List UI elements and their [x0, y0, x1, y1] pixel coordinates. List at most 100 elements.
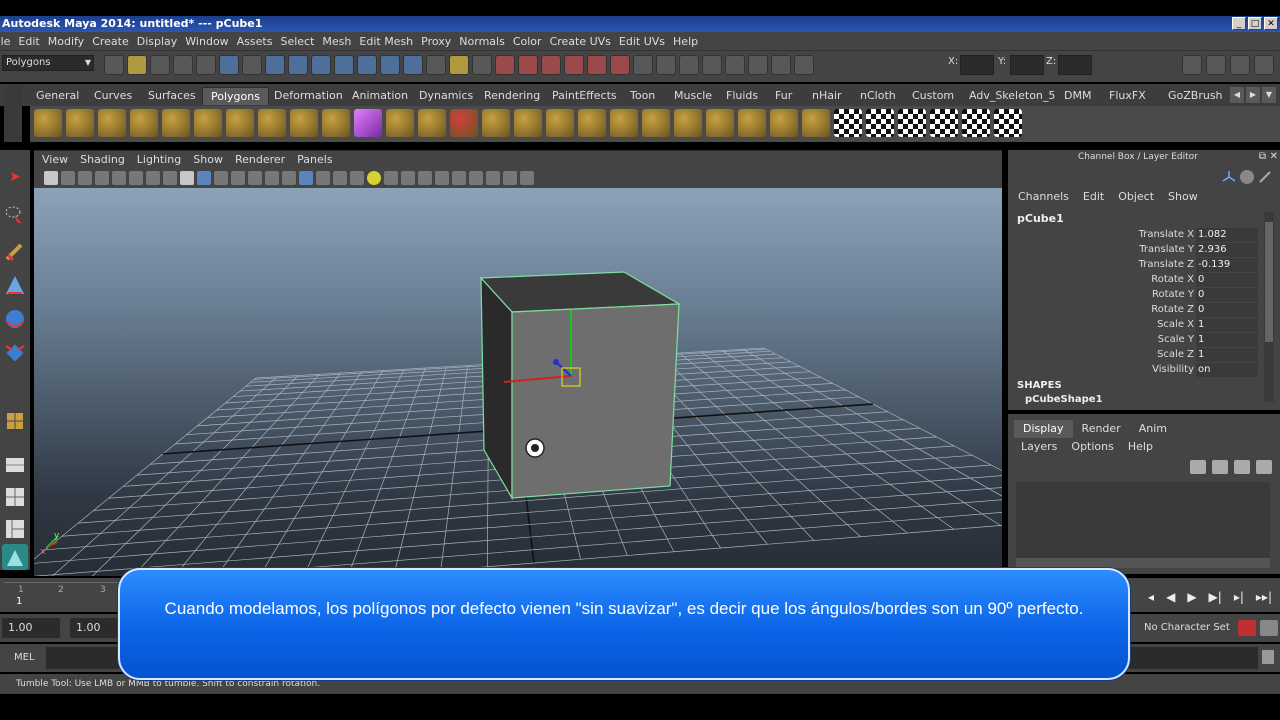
- paint-select-tool-icon[interactable]: [2, 238, 28, 264]
- poly-plane-icon[interactable]: [162, 109, 190, 137]
- show-channel-box-icon[interactable]: [1254, 55, 1274, 75]
- camera-attributes-icon[interactable]: [78, 171, 92, 185]
- channel-value[interactable]: 1: [1196, 332, 1258, 347]
- shadows-icon[interactable]: [384, 171, 398, 185]
- tab-render-layers[interactable]: Render: [1073, 420, 1130, 438]
- tab-anim-layers[interactable]: Anim: [1130, 420, 1176, 438]
- shape-node-name[interactable]: pCubeShape1: [1025, 394, 1103, 405]
- close-panel-icon[interactable]: ✕: [1270, 151, 1278, 162]
- channel-value[interactable]: -0.139: [1196, 257, 1258, 272]
- append-polygon-icon[interactable]: [674, 109, 702, 137]
- select-handles-icon[interactable]: [265, 55, 285, 75]
- select-curves-icon[interactable]: [311, 55, 331, 75]
- bridge-icon[interactable]: [642, 109, 670, 137]
- poly-sphere-icon[interactable]: [34, 109, 62, 137]
- float-panel-icon[interactable]: ⧉: [1259, 151, 1266, 162]
- menu-help[interactable]: Help: [673, 35, 706, 48]
- animation-preferences-icon[interactable]: [1260, 620, 1278, 636]
- lock-selection-icon[interactable]: [449, 55, 469, 75]
- channel-row-rotate-x[interactable]: Rotate X0: [1008, 272, 1260, 287]
- menu-file[interactable]: File: [0, 35, 18, 48]
- merge-icon[interactable]: [866, 109, 894, 137]
- select-dynamics-icon[interactable]: [380, 55, 400, 75]
- output-ops-icon[interactable]: [656, 55, 676, 75]
- poly-cube-icon[interactable]: [66, 109, 94, 137]
- minimize-button[interactable]: _: [1232, 17, 1246, 30]
- gate-mask-icon[interactable]: [214, 171, 228, 185]
- snap-curve-icon[interactable]: [518, 55, 538, 75]
- two-d-pan-icon[interactable]: [129, 171, 143, 185]
- tab-deformation[interactable]: Deformation: [266, 87, 351, 105]
- viewport-menu-lighting[interactable]: Lighting: [137, 153, 181, 166]
- resolution-gate-icon[interactable]: [197, 171, 211, 185]
- poly-soccer-ball-icon[interactable]: [322, 109, 350, 137]
- poly-prism-icon[interactable]: [226, 109, 254, 137]
- mask-icon[interactable]: [242, 55, 262, 75]
- hypershade-icon[interactable]: [2, 544, 28, 570]
- select-deformations-icon[interactable]: [357, 55, 377, 75]
- command-language-label[interactable]: MEL: [14, 652, 35, 663]
- channel-value[interactable]: 1: [1196, 347, 1258, 362]
- tab-scroll-left-icon[interactable]: ◀: [1230, 87, 1244, 103]
- poly-helix-icon[interactable]: [290, 109, 318, 137]
- select-camera-icon[interactable]: [44, 171, 58, 185]
- x-input[interactable]: [960, 55, 994, 75]
- character-set-selector[interactable]: No Character Set: [1144, 622, 1230, 633]
- menu-create-uvs[interactable]: Create UVs: [550, 35, 619, 48]
- script-editor-icon[interactable]: [1262, 650, 1274, 664]
- grease-pencil-icon[interactable]: [146, 171, 160, 185]
- reduce-icon[interactable]: [994, 109, 1022, 137]
- show-modeling-toolkit-icon[interactable]: [1182, 55, 1202, 75]
- tab-custom[interactable]: Custom: [904, 87, 962, 105]
- tab-general[interactable]: General: [28, 87, 87, 105]
- lock-camera-icon[interactable]: [61, 171, 75, 185]
- wedge-icon[interactable]: [930, 109, 958, 137]
- tab-dynamics[interactable]: Dynamics: [411, 87, 481, 105]
- channel-row-scale-z[interactable]: Scale Z1: [1008, 347, 1260, 362]
- tab-fluids[interactable]: Fluids: [718, 87, 766, 105]
- shelf-handle[interactable]: [4, 86, 22, 142]
- channel-row-translate-y[interactable]: Translate Y 2.936: [1008, 242, 1260, 257]
- menu-color[interactable]: Color: [513, 35, 550, 48]
- save-scene-icon[interactable]: [150, 55, 170, 75]
- le-menu-help[interactable]: Help: [1128, 440, 1153, 453]
- tab-fur[interactable]: Fur: [767, 87, 800, 105]
- viewport-menu-panels[interactable]: Panels: [297, 153, 332, 166]
- snap-surface-icon[interactable]: [610, 55, 630, 75]
- tab-painteffects[interactable]: PaintEffects: [544, 87, 625, 105]
- display-icon[interactable]: [1240, 170, 1254, 184]
- tab-scroll-right-icon[interactable]: ▶: [1246, 87, 1260, 103]
- separate-icon[interactable]: [418, 109, 446, 137]
- menu-set-selector[interactable]: Polygons ▼: [2, 55, 94, 71]
- poly-pipe-icon[interactable]: [258, 109, 286, 137]
- isolate-select-icon[interactable]: [469, 171, 483, 185]
- poke-icon[interactable]: [898, 109, 926, 137]
- image-plane-icon[interactable]: [112, 171, 126, 185]
- highlight-selection-icon[interactable]: [472, 55, 492, 75]
- channel-row-visibility[interactable]: Visibility on: [1008, 362, 1260, 377]
- channel-row-translate-z[interactable]: Translate Z -0.139: [1008, 257, 1260, 272]
- bool-union-icon[interactable]: [514, 109, 542, 137]
- menu-select[interactable]: Select: [280, 35, 322, 48]
- tab-menu-icon[interactable]: ▼: [1262, 87, 1276, 103]
- new-empty-layer-icon[interactable]: [1234, 460, 1250, 474]
- insert-edge-loop-icon[interactable]: [738, 109, 766, 137]
- go-to-end-range-icon[interactable]: ▸▸|: [1256, 590, 1272, 604]
- tab-surfaces[interactable]: Surfaces: [140, 87, 204, 105]
- axis-icon[interactable]: [1222, 170, 1236, 184]
- xray-joints-icon[interactable]: [503, 171, 517, 185]
- tab-adv-skeleton[interactable]: Adv_Skeleton_5: [961, 87, 1063, 105]
- cb-menu-channels[interactable]: Channels: [1018, 190, 1069, 203]
- wireframe-icon[interactable]: [282, 171, 296, 185]
- tab-ncloth[interactable]: nCloth: [852, 87, 904, 105]
- channel-value[interactable]: 1.082: [1196, 227, 1258, 242]
- snap-point-icon[interactable]: [541, 55, 561, 75]
- perspective-viewport[interactable]: y x: [34, 188, 1002, 576]
- tab-rendering[interactable]: Rendering: [476, 87, 548, 105]
- move-layer-down-icon[interactable]: [1212, 460, 1228, 474]
- select-surfaces-icon[interactable]: [334, 55, 354, 75]
- open-scene-icon[interactable]: [127, 55, 147, 75]
- step-back-key-icon[interactable]: ◂: [1148, 590, 1154, 604]
- numeric-input-icon[interactable]: [794, 55, 814, 75]
- xray-icon[interactable]: [486, 171, 500, 185]
